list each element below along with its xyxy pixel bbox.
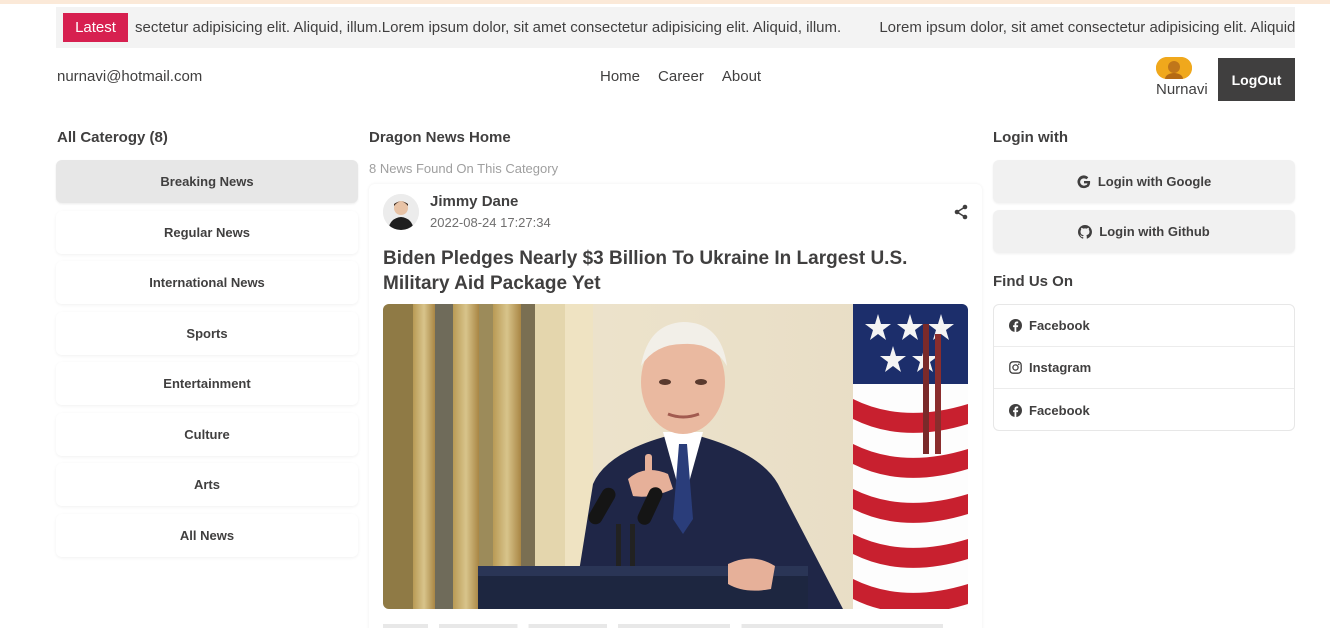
article-date: 2022-08-24 17:27:34 [430, 215, 551, 230]
login-google-label: Login with Google [1097, 174, 1212, 189]
category-arts[interactable]: Arts [56, 463, 358, 506]
category-regular-news[interactable]: Regular News [56, 210, 358, 254]
github-icon [1078, 224, 1093, 239]
main-nav: Home Career About [600, 68, 761, 85]
find-us-title: Find Us On [993, 273, 1073, 290]
categories-title: All Caterogy (8) [57, 129, 168, 146]
user-avatar[interactable] [1156, 57, 1192, 79]
instagram-icon [1009, 361, 1022, 374]
news-found-count: 8 News Found On This Category [369, 161, 559, 176]
login-github-label: Login with Github [1099, 224, 1210, 239]
main-title: Dragon News Home [369, 129, 511, 146]
facebook-icon [1009, 403, 1022, 417]
latest-badge[interactable]: Latest [63, 13, 128, 42]
social-links-box: Facebook Instagram Facebook [993, 304, 1295, 431]
top-accent-line [0, 0, 1330, 4]
google-icon [1077, 174, 1090, 188]
login-github-button[interactable]: Login with Github [993, 210, 1295, 253]
latest-news-ticker: Latest sectetur adipisicing elit. Aliqui… [56, 7, 1295, 48]
author-avatar [383, 194, 419, 230]
login-title: Login with [993, 129, 1068, 146]
ticker-item[interactable]: Lorem ipsum dolor, sit amet consectetur … [879, 19, 1295, 36]
category-culture[interactable]: Culture [56, 412, 358, 456]
nav-about-link[interactable]: About [722, 68, 761, 85]
share-icon[interactable] [953, 204, 969, 220]
facebook-icon [1009, 319, 1022, 332]
user-name: Nurnavi [1156, 81, 1208, 98]
social-link-instagram[interactable]: Instagram [994, 347, 1294, 389]
category-breaking-news[interactable]: Breaking News [56, 160, 358, 203]
article-excerpt-preview [383, 624, 943, 628]
ticker-track: sectetur adipisicing elit. Aliquid, illu… [135, 7, 1295, 48]
author-name[interactable]: Jimmy Dane [430, 193, 518, 210]
article-title[interactable]: Biden Pledges Nearly $3 Billion To Ukrai… [383, 246, 973, 296]
social-link-facebook[interactable]: Facebook [994, 389, 1294, 431]
news-card: Jimmy Dane 2022-08-24 17:27:34 Biden Ple… [369, 184, 982, 628]
user-email: nurnavi@hotmail.com [57, 68, 203, 85]
category-sports[interactable]: Sports [56, 311, 358, 355]
ticker-item[interactable]: sectetur adipisicing elit. Aliquid, illu… [135, 19, 841, 36]
social-link-facebook[interactable]: Facebook [994, 305, 1294, 347]
logout-button[interactable]: LogOut [1218, 58, 1295, 101]
category-list: Breaking News Regular News International… [56, 160, 358, 564]
article-image[interactable] [383, 304, 968, 609]
category-all-news[interactable]: All News [56, 513, 358, 557]
nav-career-link[interactable]: Career [658, 68, 704, 85]
login-google-button[interactable]: Login with Google [993, 160, 1295, 203]
nav-home-link[interactable]: Home [600, 68, 640, 85]
category-entertainment[interactable]: Entertainment [56, 362, 358, 405]
category-international-news[interactable]: International News [56, 261, 358, 304]
